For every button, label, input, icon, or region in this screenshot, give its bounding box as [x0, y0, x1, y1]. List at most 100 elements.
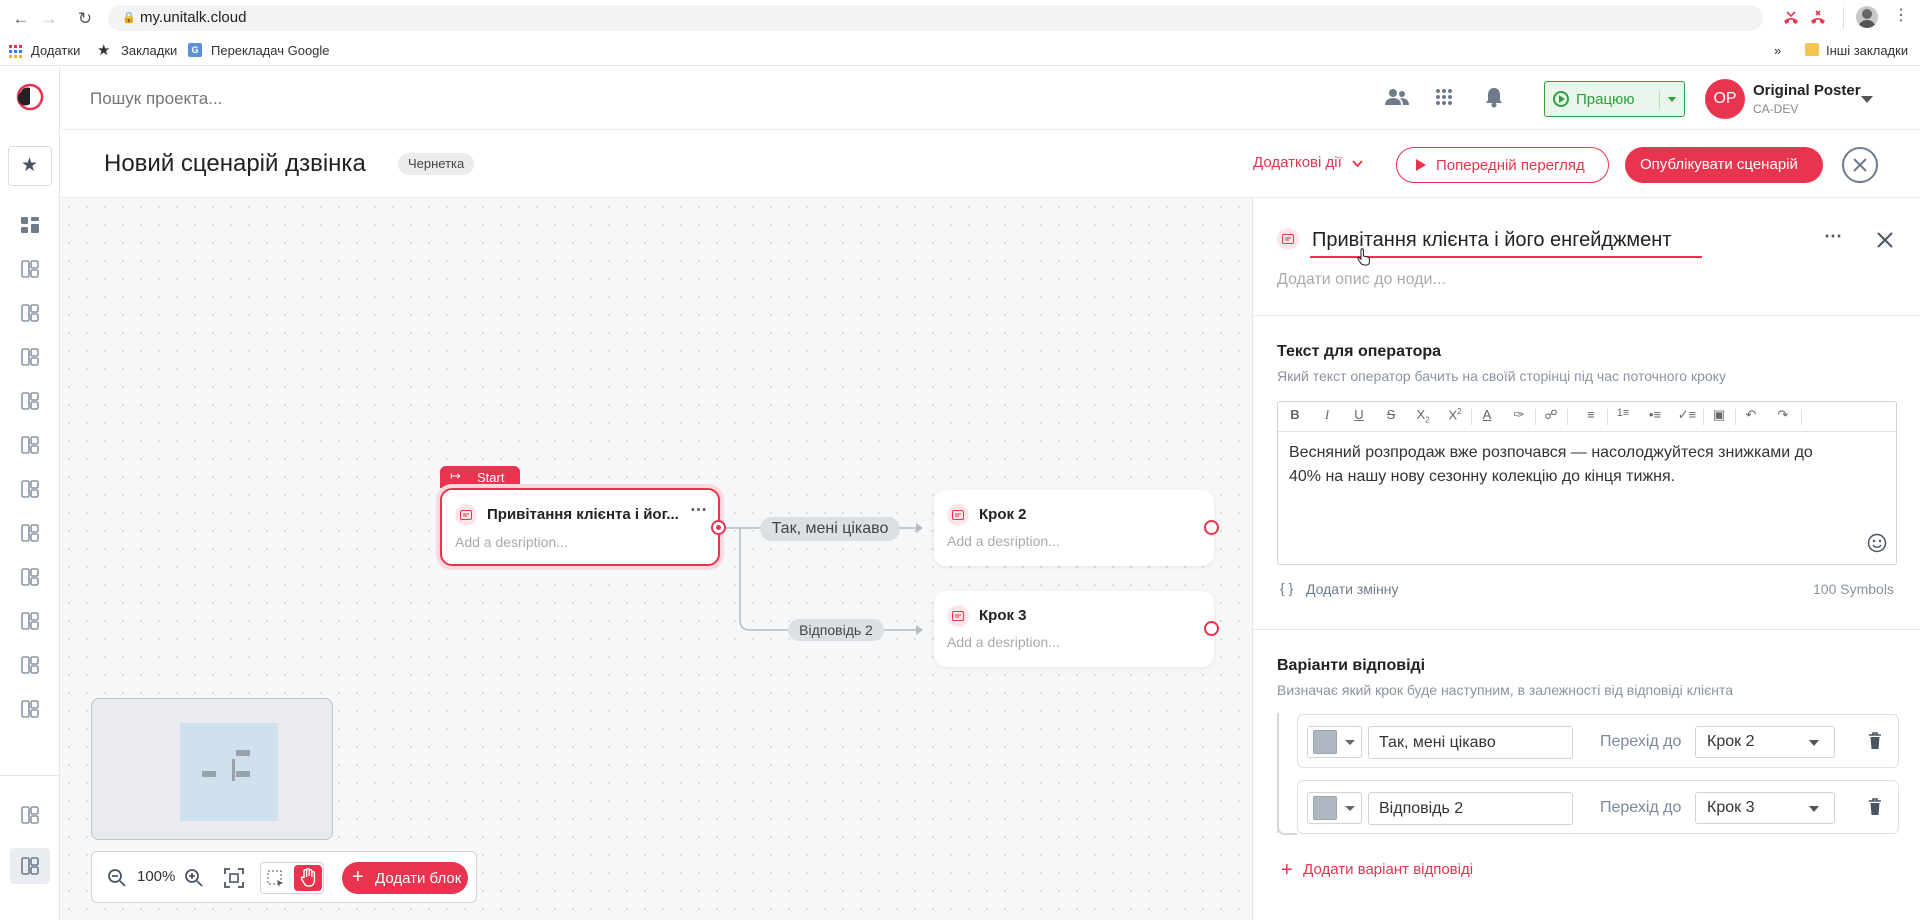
redo-icon[interactable]: ↷ [1773, 407, 1793, 423]
notifications-bell-icon[interactable] [1485, 86, 1503, 108]
pan-mode-button[interactable] [294, 865, 322, 891]
trash-icon[interactable] [1868, 798, 1882, 816]
bold-icon[interactable]: B [1285, 407, 1305, 422]
user-avatar[interactable]: OP [1705, 79, 1745, 119]
color-picker[interactable] [1307, 792, 1362, 824]
symbols-count: 100 Symbols [1813, 581, 1894, 597]
project-search-input[interactable] [90, 83, 390, 115]
ordered-list-icon[interactable]: 1≡ [1613, 407, 1633, 419]
trash-icon[interactable] [1868, 732, 1882, 750]
answer-value-input[interactable]: Відповідь 2 [1368, 792, 1573, 825]
minimap[interactable] [91, 698, 333, 840]
layout-icon[interactable] [19, 522, 41, 544]
active-nav-item[interactable] [10, 848, 50, 884]
edge-arrow [916, 625, 923, 635]
add-block-button[interactable]: + Додати блок [342, 862, 468, 894]
node-output-port[interactable] [711, 520, 726, 535]
address-bar[interactable]: 🔒 my.unitalk.cloud [108, 5, 1763, 31]
phone-missed-icon[interactable] [1781, 8, 1801, 28]
target-step-select[interactable]: Крок 2 [1695, 726, 1835, 758]
node-description-input[interactable]: Додати опис до ноди... [1277, 271, 1446, 289]
flow-node-step2[interactable]: Крок 2 Add a desription... [934, 490, 1214, 566]
zoom-out-icon[interactable] [107, 868, 127, 888]
node-description[interactable]: Add a desription... [455, 534, 568, 550]
layout-icon[interactable] [19, 610, 41, 632]
strikethrough-icon[interactable]: S [1381, 407, 1401, 422]
layout-icon[interactable] [19, 302, 41, 324]
play-status-icon [1553, 91, 1569, 107]
dashboard-icon[interactable] [19, 214, 41, 236]
node-output-port[interactable] [1204, 621, 1219, 636]
more-actions-dropdown[interactable]: Додаткові дії [1253, 152, 1363, 174]
layout-icon[interactable] [19, 346, 41, 368]
link-icon[interactable]: ☍ [1541, 407, 1561, 423]
layout-icon[interactable] [19, 390, 41, 412]
users-icon[interactable] [1385, 87, 1409, 107]
message-icon [455, 504, 477, 526]
edge-label[interactable]: Так, мені цікаво [760, 517, 900, 541]
target-step-select[interactable]: Крок 3 [1695, 792, 1835, 824]
menu-kebab-icon[interactable]: ⋮ [1893, 6, 1909, 26]
flow-node-step3[interactable]: Крок 3 Add a desription... [934, 591, 1214, 667]
add-variable-button[interactable]: Додати змінну [1306, 581, 1399, 597]
minimap-viewport[interactable] [180, 723, 278, 821]
apps-grid-icon[interactable] [9, 45, 22, 58]
phone-declined-icon[interactable] [1808, 8, 1828, 28]
profile-avatar[interactable] [1856, 6, 1878, 28]
grid-apps-icon[interactable] [1435, 88, 1453, 106]
status-dropdown[interactable]: Працюю [1544, 81, 1685, 117]
layout-icon[interactable] [19, 434, 41, 456]
fit-view-icon[interactable] [224, 868, 244, 888]
back-arrow-icon[interactable]: ← [10, 8, 32, 30]
checklist-icon[interactable]: ✓≡ [1677, 407, 1697, 423]
bullet-list-icon[interactable]: •≡ [1645, 407, 1665, 422]
emoji-icon[interactable] [1867, 533, 1887, 553]
add-answer-button[interactable]: + Додати варіант відповіді [1281, 860, 1473, 882]
bookmarks-overflow[interactable]: » [1774, 42, 1781, 60]
align-center-icon[interactable]: ≡ [1581, 407, 1601, 422]
close-panel-icon[interactable] [1877, 232, 1893, 248]
layout-icon[interactable] [19, 698, 41, 720]
insert-image-icon[interactable]: ▣ [1709, 407, 1729, 423]
layout-icon[interactable] [19, 258, 41, 280]
bookmark-translate[interactable]: Перекладач Google [211, 42, 330, 60]
flow-node-greeting[interactable]: Привітання клієнта і йог... ⋯ Add a desr… [440, 488, 720, 566]
flow-canvas[interactable]: ↦ Start Привітання клієнта і йог... ⋯ Ad… [60, 198, 1252, 920]
more-dots-icon[interactable]: ⋯ [690, 500, 707, 520]
edge-label[interactable]: Відповідь 2 [788, 619, 884, 641]
layout-icon[interactable] [19, 804, 41, 826]
underline-icon[interactable]: U [1349, 407, 1369, 422]
answer-value-input[interactable]: Так, мені цікаво [1368, 726, 1573, 759]
italic-icon[interactable]: I [1317, 407, 1337, 423]
reload-icon[interactable]: ↻ [74, 8, 96, 30]
bookmark-apps[interactable]: Додатки [31, 42, 80, 60]
page-title: Новий сценарій дзвінка [104, 150, 366, 177]
publish-button[interactable]: Опублікувати сценарій [1625, 147, 1823, 183]
undo-icon[interactable]: ↶ [1741, 407, 1761, 423]
close-scenario-button[interactable] [1842, 147, 1878, 183]
superscript-icon[interactable]: X2 [1445, 407, 1465, 422]
zoom-in-icon[interactable] [184, 868, 204, 888]
unitalk-logo-icon[interactable] [12, 82, 48, 112]
layout-icon[interactable] [19, 566, 41, 588]
preview-button[interactable]: Попередній перегляд [1396, 147, 1609, 183]
node-description[interactable]: Add a desription... [947, 634, 1060, 650]
add-block-label: Додати блок [375, 870, 462, 887]
operator-text-body[interactable]: Весняний розпродаж вже розпочався — насо… [1289, 441, 1849, 489]
node-description[interactable]: Add a desription... [947, 533, 1060, 549]
favorites-button[interactable]: ★ [8, 146, 52, 186]
forward-arrow-icon[interactable]: → [38, 8, 60, 30]
select-area-icon[interactable] [267, 870, 285, 888]
layout-icon[interactable] [19, 654, 41, 676]
bookmark-other[interactable]: Інші закладки [1826, 42, 1908, 60]
layout-icon[interactable] [19, 478, 41, 500]
more-dots-icon[interactable]: ⋯ [1824, 226, 1842, 247]
subscript-icon[interactable]: X2 [1413, 407, 1433, 425]
divider [1703, 409, 1704, 425]
highlight-brush-icon[interactable]: ✑ [1509, 407, 1529, 423]
color-picker[interactable] [1307, 726, 1362, 758]
node-output-port[interactable] [1204, 520, 1219, 535]
bookmark-bookmarks[interactable]: Закладки [121, 42, 177, 60]
text-color-icon[interactable]: A [1477, 407, 1497, 422]
user-menu-chevron-icon[interactable] [1861, 96, 1873, 103]
